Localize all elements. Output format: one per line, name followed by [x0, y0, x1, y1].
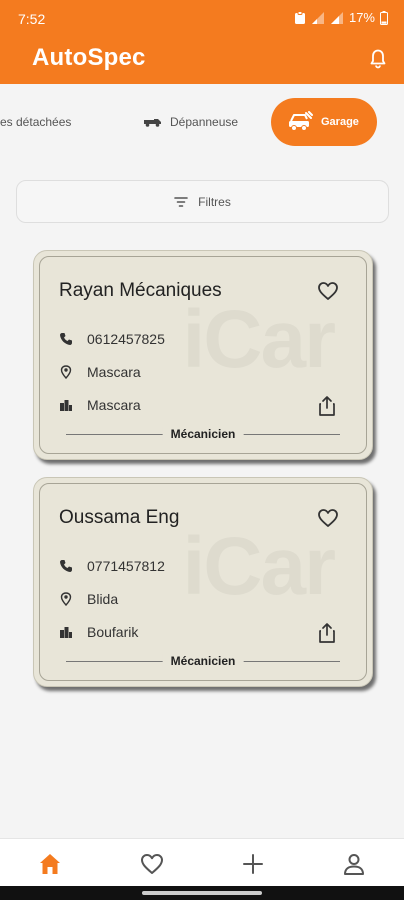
home-gesture-pill[interactable] — [142, 891, 262, 895]
wilaya-text: Mascara — [87, 364, 141, 380]
favorite-heart-icon[interactable] — [316, 279, 340, 303]
phone-icon — [59, 559, 73, 573]
favorite-heart-icon[interactable] — [316, 506, 340, 530]
category-depanneuse[interactable]: Dépanneuse — [144, 98, 238, 146]
gesture-bar — [0, 886, 404, 900]
card-watermark: iCar — [182, 520, 336, 614]
status-bar: 7:52 17% — [0, 0, 404, 36]
battery-icon — [380, 10, 388, 25]
wilaya-row: Blida — [59, 591, 118, 607]
category-pieces-label: ces détachées — [0, 115, 72, 129]
wilaya-row: Mascara — [59, 364, 141, 380]
city-buildings-icon — [59, 625, 73, 639]
bottom-nav — [0, 838, 404, 886]
phone-row[interactable]: 0612457825 — [59, 331, 165, 347]
garage-car-icon — [289, 111, 313, 131]
signal-1-icon — [311, 11, 324, 24]
city-buildings-icon — [59, 398, 73, 412]
location-pin-icon — [59, 592, 73, 606]
status-time: 7:52 — [18, 11, 46, 27]
notification-bell-icon[interactable] — [366, 47, 390, 71]
phone-number: 0612457825 — [87, 331, 165, 347]
signal-2-icon — [330, 11, 343, 24]
garage-type: Mécanicien — [162, 427, 244, 441]
commune-row: Mascara — [59, 397, 141, 413]
card-watermark: iCar — [182, 293, 336, 387]
add-icon[interactable] — [240, 851, 266, 877]
garage-type: Mécanicien — [162, 654, 244, 668]
category-depanneuse-label: Dépanneuse — [170, 115, 239, 129]
phone-row[interactable]: 0771457812 — [59, 558, 165, 574]
filters-button[interactable]: Filtres — [16, 180, 389, 223]
phone-icon — [59, 332, 73, 346]
garage-card[interactable]: iCar Rayan Mécaniques 0612457825 Mascara… — [33, 250, 373, 460]
commune-text: Boufarik — [87, 624, 139, 640]
wilaya-text: Blida — [87, 591, 119, 607]
battery-percent: 17% — [348, 10, 375, 25]
location-pin-icon — [59, 365, 73, 379]
filters-label: Filtres — [198, 194, 231, 209]
garage-name: Rayan Mécaniques — [59, 280, 222, 301]
commune-text: Mascara — [87, 397, 141, 413]
favorites-icon[interactable] — [139, 851, 165, 877]
phone-number: 0771457812 — [87, 558, 165, 574]
category-pieces[interactable]: ces détachées — [0, 98, 71, 146]
home-icon[interactable] — [37, 851, 63, 877]
garage-name: Oussama Eng — [59, 507, 180, 528]
garage-card[interactable]: iCar Oussama Eng 0771457812 Blida Boufar… — [33, 477, 373, 687]
filter-icon — [174, 196, 188, 207]
share-icon[interactable] — [316, 395, 338, 417]
clipboard-icon — [294, 10, 305, 24]
category-scroller[interactable]: ces détachées Dépanneuse Garage — [0, 84, 404, 164]
app-bar: AutoSpec — [0, 36, 404, 84]
category-garage-label: Garage — [321, 116, 359, 128]
commune-row: Boufarik — [59, 624, 138, 640]
profile-icon[interactable] — [341, 851, 367, 877]
status-icons: 17% — [294, 10, 388, 25]
app-title: AutoSpec — [32, 44, 146, 71]
share-icon[interactable] — [316, 622, 338, 644]
tow-truck-icon — [144, 119, 161, 127]
category-garage[interactable]: Garage — [271, 98, 377, 146]
